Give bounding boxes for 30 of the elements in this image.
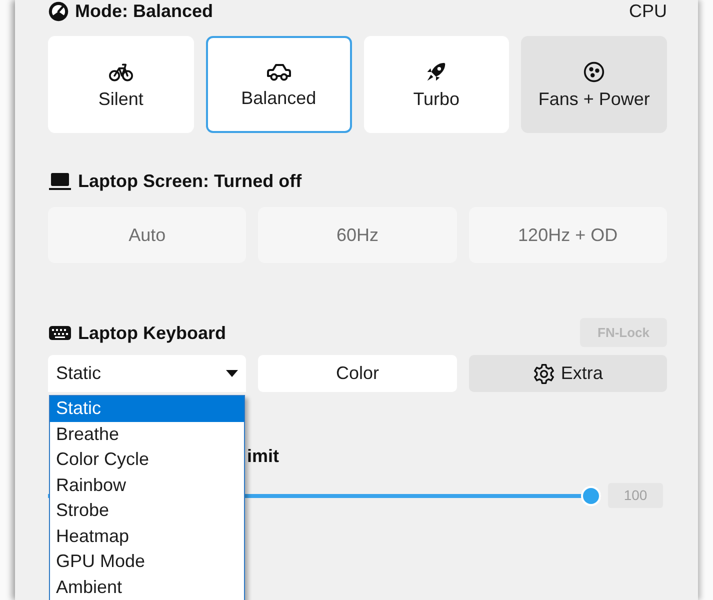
laptop-icon — [48, 171, 72, 191]
keyboard-icon — [48, 324, 72, 342]
settings-icon — [532, 362, 555, 384]
extra-button[interactable]: Extra — [468, 355, 667, 392]
mode-button[interactable]: Turbo — [364, 36, 510, 133]
bicycle-icon — [108, 60, 133, 82]
dropdown-option[interactable]: Color Cycle — [50, 447, 244, 472]
caret-icon — [226, 370, 238, 377]
mode-button[interactable]: Balanced — [206, 36, 352, 133]
slider-thumb[interactable] — [581, 486, 601, 506]
color-button[interactable]: Color — [258, 355, 457, 392]
section-title: Mode: Balanced — [75, 0, 214, 22]
car-icon — [266, 62, 292, 82]
section-title: Laptop Keyboard — [78, 322, 226, 344]
mode-button[interactable]: Fans + Power — [521, 36, 667, 133]
effect-select[interactable]: Static — [48, 355, 246, 392]
dropdown-option[interactable]: GPU Mode — [50, 549, 244, 574]
section-title: Laptop Screen: Turned off — [78, 170, 302, 192]
mode-button[interactable]: Silent — [48, 36, 194, 133]
gauge-icon — [48, 0, 69, 22]
dropdown-option[interactable]: Ambient — [50, 574, 244, 600]
dropdown-option[interactable]: Strobe — [50, 498, 244, 524]
dropdown-option[interactable]: Static — [50, 396, 244, 422]
dropdown-option[interactable]: Breathe — [50, 422, 244, 447]
dropdown-option[interactable]: Rainbow — [50, 472, 244, 498]
value-label: 100 — [608, 483, 663, 508]
section-title: imit — [247, 445, 280, 467]
dots-circle-icon — [582, 60, 606, 82]
dropdown-option[interactable]: Heatmap — [50, 524, 244, 549]
cpu-label: CPU — [628, 0, 667, 22]
